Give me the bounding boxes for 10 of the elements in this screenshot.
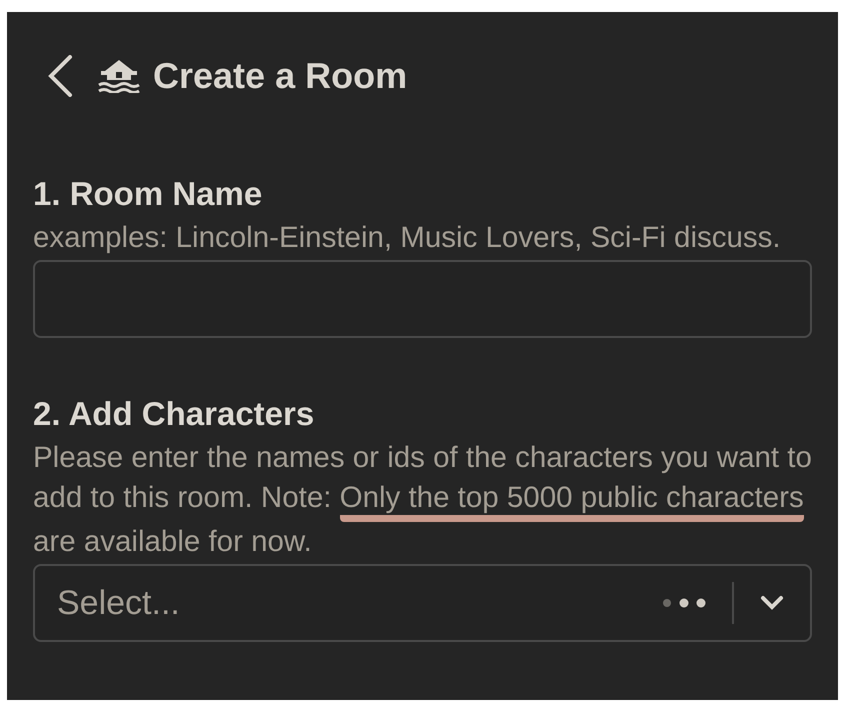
character-select[interactable]: Select... [33, 564, 812, 642]
back-icon [47, 55, 73, 97]
select-placeholder: Select... [57, 582, 181, 624]
house-on-water-icon [97, 59, 141, 93]
page-title: Create a Room [153, 54, 408, 98]
section-heading: 1. Room Name [33, 174, 264, 214]
section-heading: 2. Add Characters [33, 394, 316, 434]
hint-text: examples: Lincoln-Einstein, Music Lovers, Sci-Fi discuss. [33, 220, 782, 256]
hint-text: Please enter the names or ids of the characters you want to add to this room. Note: Only the top 5000 public characters are available for now. [33, 440, 812, 560]
chevron-down-icon [760, 595, 784, 611]
